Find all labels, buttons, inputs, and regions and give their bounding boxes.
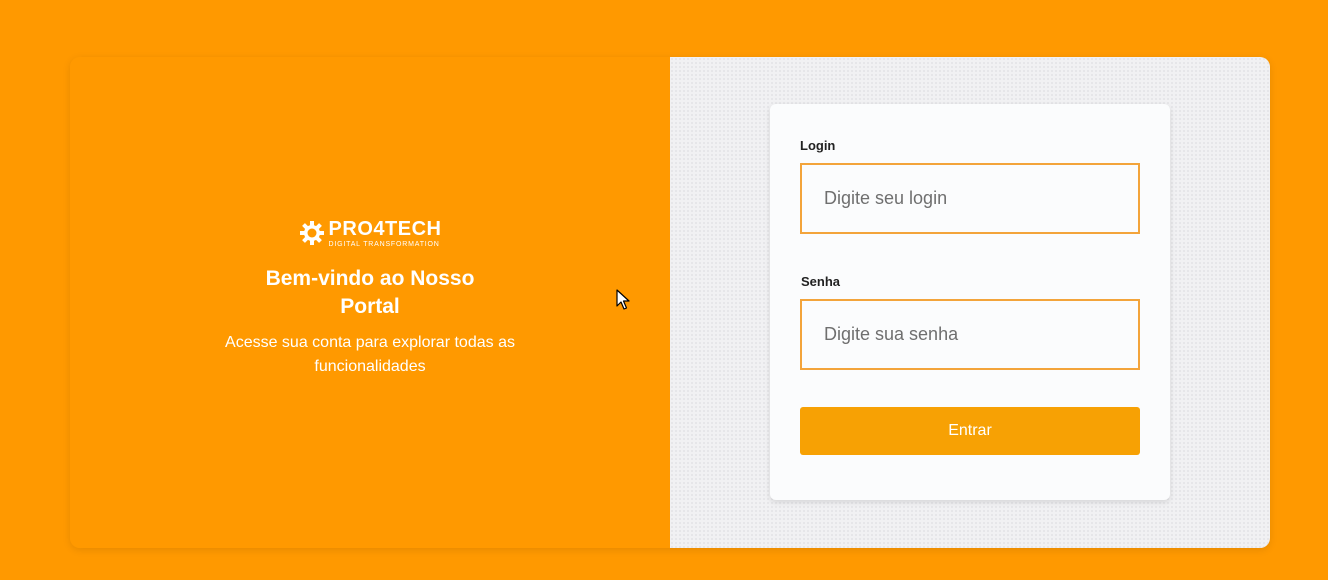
login-input[interactable]	[800, 163, 1140, 234]
gear-icon	[299, 220, 325, 246]
brand-block: PRO4TECH DIGITAL TRANSFORMATION Bem-vind…	[70, 217, 670, 379]
password-input[interactable]	[800, 299, 1140, 370]
page: PRO4TECH DIGITAL TRANSFORMATION Bem-vind…	[0, 0, 1328, 580]
logo-wordmark: PRO4TECH	[328, 217, 442, 240]
password-field-label: Senha	[801, 274, 841, 289]
login-card: PRO4TECH DIGITAL TRANSFORMATION Bem-vind…	[70, 57, 1270, 548]
logo-text: PRO4TECH DIGITAL TRANSFORMATION	[329, 219, 442, 248]
welcome-subtitle: Acesse sua conta para explorar todas as …	[225, 334, 515, 375]
submit-button[interactable]: Entrar	[800, 407, 1140, 455]
pro4tech-logo: PRO4TECH DIGITAL TRANSFORMATION	[299, 217, 442, 249]
logo-tagline: DIGITAL TRANSFORMATION	[328, 240, 440, 248]
login-field-label: Login	[800, 138, 836, 153]
welcome-panel: PRO4TECH DIGITAL TRANSFORMATION Bem-vind…	[70, 57, 670, 548]
form-panel: Login Senha Entrar	[670, 57, 1270, 548]
login-form: Login Senha Entrar	[770, 104, 1170, 500]
welcome-title: Bem-vindo ao Nosso Portal	[265, 267, 475, 318]
